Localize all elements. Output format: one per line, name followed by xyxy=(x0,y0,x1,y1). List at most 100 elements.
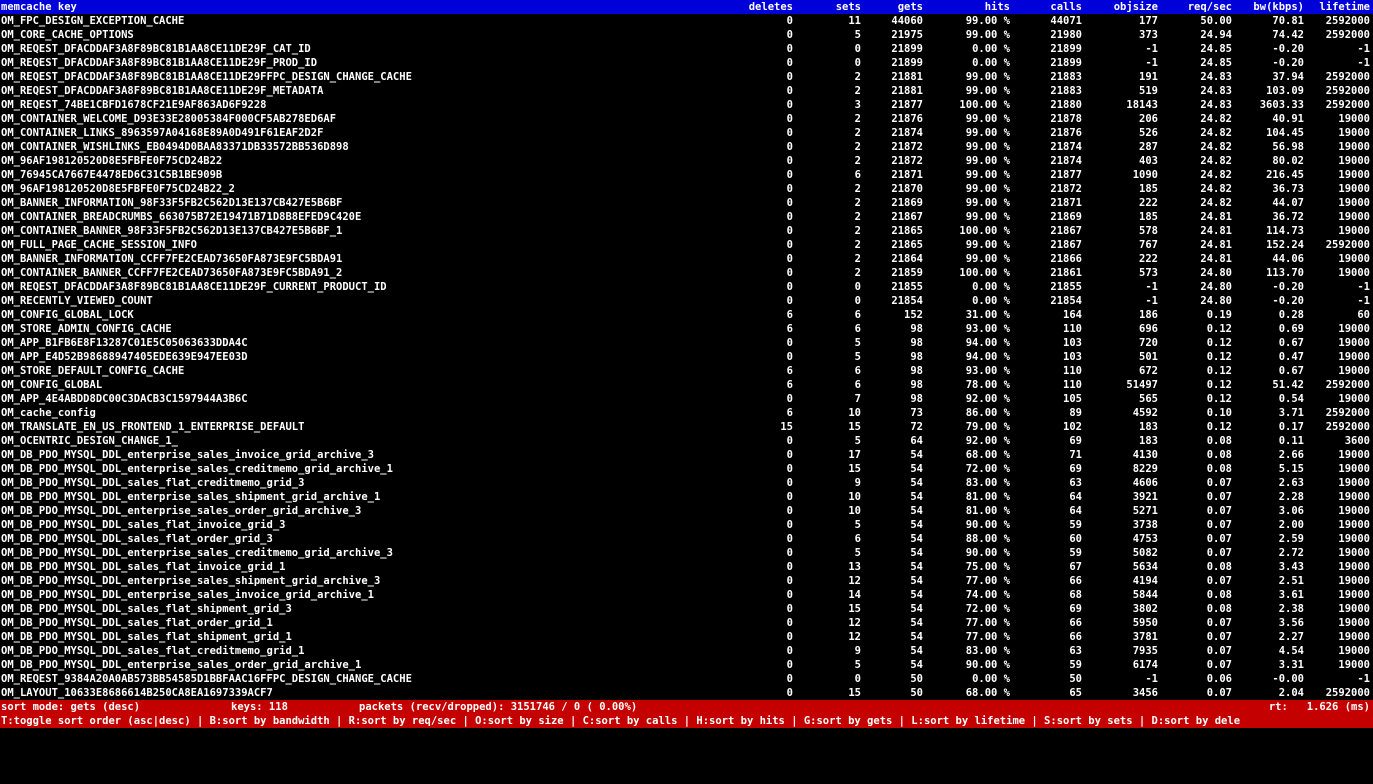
column-header-hits: hits xyxy=(984,1,1010,13)
cell-req-sec: 24.80 xyxy=(1200,281,1232,293)
cell-objsize: 8229 xyxy=(1132,463,1158,475)
cell-lifetime: 2592000 xyxy=(1325,379,1370,391)
cell-calls: 21883 xyxy=(1050,71,1082,83)
cell-calls: 21899 xyxy=(1050,57,1082,69)
cell-req-sec: 24.85 xyxy=(1200,43,1232,55)
cell-gets: 21881 xyxy=(891,85,923,97)
cell-calls: 89 xyxy=(1069,407,1082,419)
cell-lifetime: 19000 xyxy=(1338,337,1370,349)
cell-bandwidth: 152.24 xyxy=(1266,239,1304,251)
cell-req-sec: 0.07 xyxy=(1206,687,1232,699)
cell-deletes: 0 xyxy=(786,393,793,405)
table-row: OM_LAYOUT_10633E8686614B250CA8EA1697339A… xyxy=(0,686,1373,700)
cell-hits: 75.00 % xyxy=(965,561,1010,573)
cell-objsize: 4606 xyxy=(1132,477,1158,489)
cell-objsize: 767 xyxy=(1139,239,1158,251)
cell-lifetime: 2592000 xyxy=(1325,99,1370,111)
cell-calls: 21869 xyxy=(1050,211,1082,223)
cell-deletes: 0 xyxy=(786,183,793,195)
cell-objsize: 206 xyxy=(1139,113,1158,125)
cell-hits: 90.00 % xyxy=(965,519,1010,531)
cell-bandwidth: 3.06 xyxy=(1278,505,1304,517)
cell-objsize: 183 xyxy=(1139,421,1158,433)
cell-lifetime: 19000 xyxy=(1338,617,1370,629)
cell-hits: 99.00 % xyxy=(965,15,1010,27)
cell-sets: 10 xyxy=(848,407,861,419)
cell-calls: 50 xyxy=(1069,673,1082,685)
cell-objsize: 5271 xyxy=(1132,505,1158,517)
cell-hits: 79.00 % xyxy=(965,421,1010,433)
cell-gets: 98 xyxy=(910,351,923,363)
cell-sets: 5 xyxy=(854,29,861,41)
table-row: OM_BANNER_INFORMATION_98F33F5FB2C562D13E… xyxy=(0,196,1373,210)
cell-req-sec: 24.82 xyxy=(1200,113,1232,125)
cell-bandwidth: 2.72 xyxy=(1278,547,1304,559)
cell-objsize: 18143 xyxy=(1126,99,1158,111)
table-row: OM_DB_PDO_MYSQL_DDL_sales_flat_invoice_g… xyxy=(0,518,1373,532)
cell-key: OM_APP_4E4ABDD8DC00C3DACB3C1597944A3B6C xyxy=(1,393,248,405)
cell-req-sec: 0.12 xyxy=(1206,365,1232,377)
cell-gets: 21855 xyxy=(891,281,923,293)
cell-gets: 54 xyxy=(910,659,923,671)
cell-objsize: 565 xyxy=(1139,393,1158,405)
cell-bandwidth: 70.81 xyxy=(1272,15,1304,27)
cell-hits: 94.00 % xyxy=(965,337,1010,349)
cell-key: OM_DB_PDO_MYSQL_DDL_enterprise_sales_inv… xyxy=(1,589,374,601)
cell-deletes: 0 xyxy=(786,85,793,97)
cell-sets: 12 xyxy=(848,575,861,587)
cell-calls: 21899 xyxy=(1050,43,1082,55)
cell-objsize: 3781 xyxy=(1132,631,1158,643)
cell-deletes: 0 xyxy=(786,603,793,615)
cell-key: OM_DB_PDO_MYSQL_DDL_sales_flat_creditmem… xyxy=(1,477,305,489)
cell-req-sec: 0.06 xyxy=(1206,673,1232,685)
cell-hits: 99.00 % xyxy=(965,183,1010,195)
cell-deletes: 0 xyxy=(786,169,793,181)
cell-gets: 54 xyxy=(910,561,923,573)
cell-hits: 99.00 % xyxy=(965,113,1010,125)
table-row: OM_DB_PDO_MYSQL_DDL_enterprise_sales_shi… xyxy=(0,490,1373,504)
cell-objsize: 5950 xyxy=(1132,617,1158,629)
cell-calls: 21883 xyxy=(1050,85,1082,97)
table-row: OM_REQEST_DFACDDAF3A8F89BC81B1AA8CE11DE2… xyxy=(0,70,1373,84)
cell-sets: 17 xyxy=(848,449,861,461)
cell-deletes: 0 xyxy=(786,225,793,237)
cell-hits: 77.00 % xyxy=(965,631,1010,643)
cell-hits: 0.00 % xyxy=(972,673,1010,685)
cell-sets: 2 xyxy=(854,267,861,279)
cell-gets: 54 xyxy=(910,519,923,531)
cell-hits: 0.00 % xyxy=(972,295,1010,307)
table-row: OM_DB_PDO_MYSQL_DDL_enterprise_sales_shi… xyxy=(0,574,1373,588)
cell-objsize: 186 xyxy=(1139,309,1158,321)
cell-deletes: 0 xyxy=(786,15,793,27)
cell-hits: 99.00 % xyxy=(965,239,1010,251)
cell-req-sec: 0.07 xyxy=(1206,631,1232,643)
cell-sets: 12 xyxy=(848,631,861,643)
cell-lifetime: 19000 xyxy=(1338,505,1370,517)
table-row: OM_DB_PDO_MYSQL_DDL_sales_flat_creditmem… xyxy=(0,644,1373,658)
cell-req-sec: 0.08 xyxy=(1206,561,1232,573)
cell-gets: 21864 xyxy=(891,253,923,265)
cell-gets: 98 xyxy=(910,365,923,377)
column-header-gets: gets xyxy=(897,1,923,13)
cell-sets: 2 xyxy=(854,85,861,97)
table-row: OM_TRANSLATE_EN_US_FRONTEND_1_ENTERPRISE… xyxy=(0,420,1373,434)
cell-calls: 66 xyxy=(1069,617,1082,629)
cell-sets: 7 xyxy=(854,393,861,405)
cell-lifetime: 19000 xyxy=(1338,225,1370,237)
cell-hits: 99.00 % xyxy=(965,169,1010,181)
cell-bandwidth: 4.54 xyxy=(1278,645,1304,657)
table-row: OM_REQEST_74BE1CBFD1678CF21E9AF863AD6F92… xyxy=(0,98,1373,112)
cell-gets: 54 xyxy=(910,533,923,545)
cell-gets: 21872 xyxy=(891,155,923,167)
cell-req-sec: 24.85 xyxy=(1200,57,1232,69)
cell-lifetime: 19000 xyxy=(1338,169,1370,181)
cell-lifetime: 19000 xyxy=(1338,211,1370,223)
cell-gets: 54 xyxy=(910,547,923,559)
cell-lifetime: 19000 xyxy=(1338,589,1370,601)
cell-gets: 54 xyxy=(910,477,923,489)
cell-objsize: 222 xyxy=(1139,253,1158,265)
cell-calls: 63 xyxy=(1069,477,1082,489)
table-row: OM_REQEST_DFACDDAF3A8F89BC81B1AA8CE11DE2… xyxy=(0,84,1373,98)
cell-gets: 64 xyxy=(910,435,923,447)
cell-bandwidth: 74.42 xyxy=(1272,29,1304,41)
